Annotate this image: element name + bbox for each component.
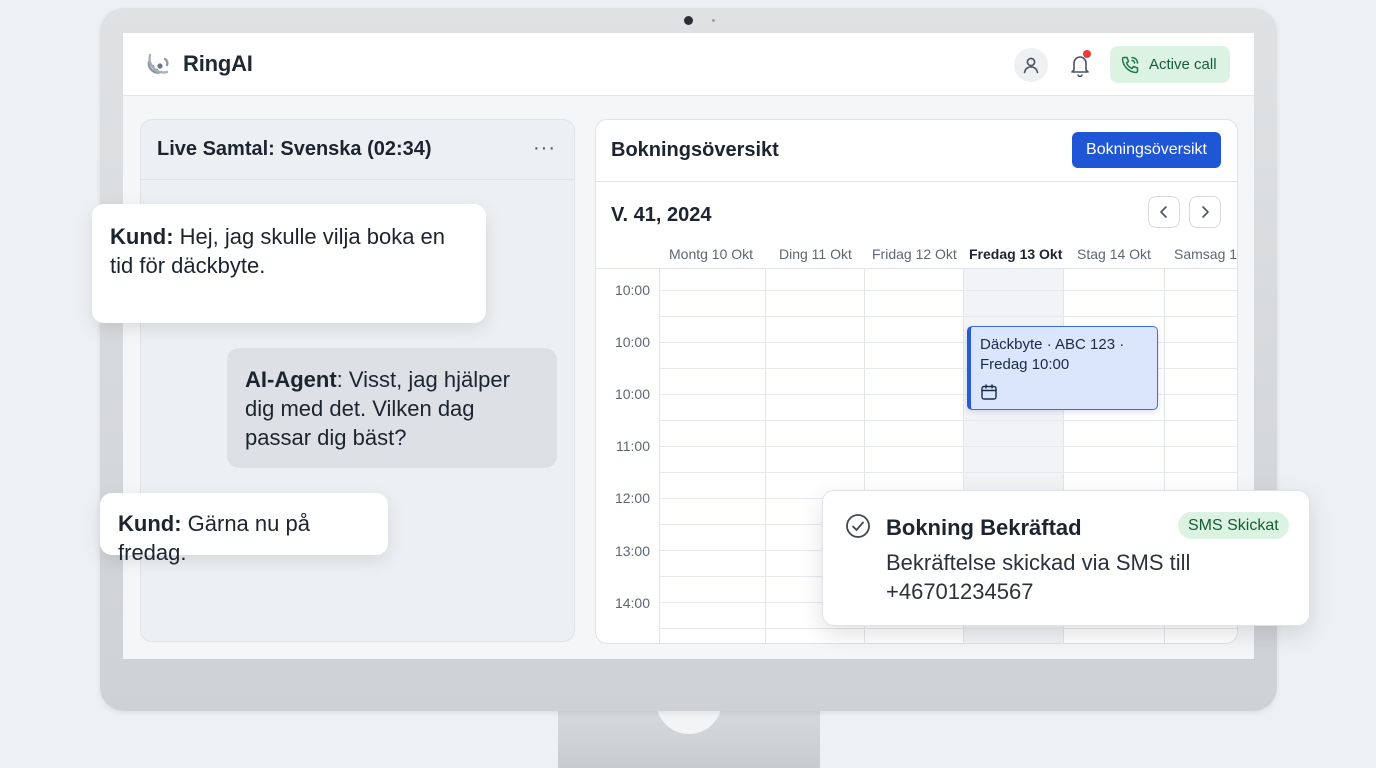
grid-row-line bbox=[660, 472, 1237, 473]
grid-row-line bbox=[660, 420, 1237, 421]
chevron-right-icon bbox=[1202, 206, 1209, 218]
chat-message-agent: AI-Agent: Visst, jag hjälper dig med det… bbox=[227, 348, 557, 468]
grid-column-line bbox=[765, 269, 766, 643]
chat-message-customer: Kund: Hej, jag skulle vilja boka en tid … bbox=[92, 204, 486, 323]
more-options-icon[interactable]: ··· bbox=[533, 138, 556, 158]
confirmation-title: Bokning Bekräftad bbox=[886, 515, 1082, 540]
camera-sensor bbox=[712, 19, 715, 22]
message-speaker: AI-Agent bbox=[245, 367, 337, 392]
message-speaker: Kund: bbox=[118, 511, 182, 536]
grid-row-line bbox=[660, 290, 1237, 291]
ringai-logo-icon bbox=[147, 53, 169, 74]
calendar-icon bbox=[981, 384, 997, 400]
previous-week-button[interactable] bbox=[1148, 196, 1180, 228]
grid-row-line bbox=[660, 446, 1237, 447]
check-circle-icon bbox=[846, 514, 870, 538]
user-icon bbox=[1023, 57, 1039, 74]
live-call-title: Live Samtal: Svenska (02:34) bbox=[141, 120, 574, 180]
grid-row-line bbox=[660, 316, 1237, 317]
booking-overview-button[interactable]: Bokningsöversikt bbox=[1072, 132, 1221, 168]
phone-icon bbox=[1121, 56, 1139, 73]
active-call-button[interactable]: Active call bbox=[1110, 46, 1230, 83]
time-label: 10:00 bbox=[614, 334, 650, 350]
day-header[interactable]: Samsag 15 bbox=[1174, 246, 1237, 262]
event-time: Fredag 10:00 bbox=[980, 356, 1070, 373]
profile-button[interactable] bbox=[1014, 48, 1048, 82]
day-header[interactable]: Montg 10 Okt bbox=[669, 246, 753, 262]
active-call-label: Active call bbox=[1149, 56, 1217, 73]
calendar-divider bbox=[596, 268, 1237, 269]
next-week-button[interactable] bbox=[1189, 196, 1221, 228]
chat-message-customer: Kund: Gärna nu på fredag. bbox=[100, 493, 388, 565]
message-speaker: Kund: bbox=[110, 224, 174, 249]
week-label: V. 41, 2024 bbox=[611, 204, 712, 226]
booking-confirmation-toast: Bokning Bekräftad SMS Skickat Bekräftels… bbox=[822, 490, 1310, 626]
app-name: RingAI bbox=[183, 51, 253, 76]
event-title: Däckbyte · ABC 123 · bbox=[980, 336, 1125, 353]
notifications-button[interactable] bbox=[1066, 50, 1094, 80]
grid-row-line bbox=[660, 628, 1237, 629]
day-header-active[interactable]: Fredag 13 Okt bbox=[969, 246, 1062, 262]
app-header: RingAI Active call bbox=[123, 33, 1254, 96]
time-label: 13:00 bbox=[614, 543, 650, 559]
day-header[interactable]: Ding 11 Okt bbox=[779, 246, 852, 262]
time-label: 14:00 bbox=[614, 595, 650, 611]
chevron-left-icon bbox=[1160, 206, 1167, 218]
day-header[interactable]: Stag 14 Okt bbox=[1077, 246, 1151, 262]
confirmation-message: Bekräftelse skickad via SMS till +467012… bbox=[886, 550, 1191, 604]
notification-dot bbox=[1083, 50, 1091, 58]
time-label: 11:00 bbox=[616, 438, 650, 454]
day-header[interactable]: Fridag 12 Okt bbox=[872, 246, 957, 262]
time-label: 12:00 bbox=[614, 490, 650, 506]
grid-column-line bbox=[659, 269, 660, 643]
time-label: 10:00 bbox=[614, 386, 650, 402]
booking-event[interactable]: Däckbyte · ABC 123 · Fredag 10:00 bbox=[967, 326, 1158, 410]
time-label: 10:00 bbox=[614, 282, 650, 298]
sms-sent-badge: SMS Skickat bbox=[1178, 512, 1289, 539]
camera bbox=[684, 16, 693, 25]
